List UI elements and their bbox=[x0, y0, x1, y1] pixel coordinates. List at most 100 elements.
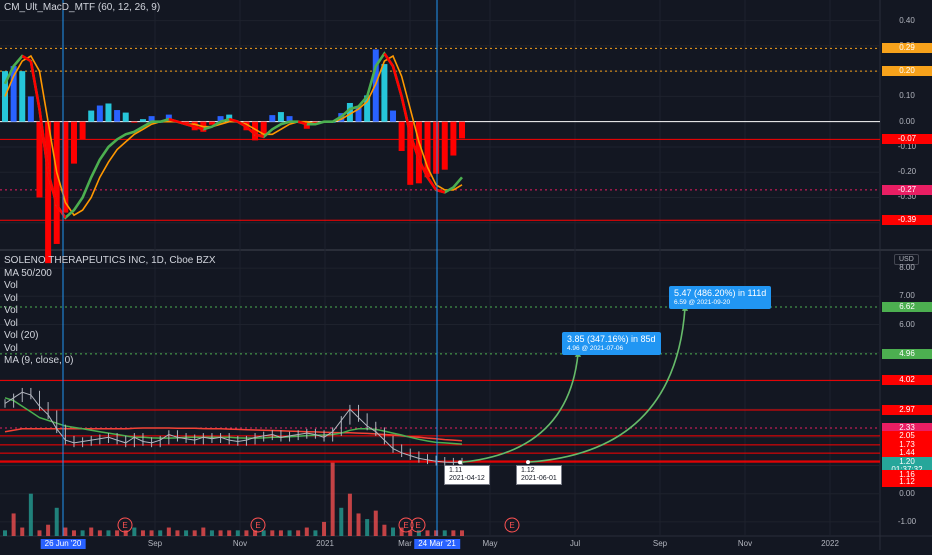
earnings-marker-label: E bbox=[122, 521, 127, 530]
projection-callout-2[interactable]: 5.47 (486.20%) in 111d 6.59 @ 2021-09-20 bbox=[669, 286, 772, 309]
volume-bar bbox=[347, 493, 352, 536]
volume-bar bbox=[80, 530, 85, 536]
date-label[interactable]: Sep bbox=[148, 539, 162, 548]
level-tag[interactable]: -0.27 bbox=[882, 184, 932, 195]
histogram-bar bbox=[88, 110, 95, 122]
histogram-bar bbox=[441, 121, 448, 170]
volume-bar bbox=[227, 530, 232, 536]
legend-item[interactable]: MA (9, close, 0) bbox=[4, 355, 216, 368]
volume-bar bbox=[218, 530, 223, 536]
level-tag[interactable]: -0.07 bbox=[882, 134, 932, 145]
histogram-bar bbox=[390, 110, 397, 122]
volume-bar bbox=[442, 530, 447, 536]
earnings-marker-label: E bbox=[255, 521, 260, 530]
indicator-title[interactable]: CM_Ult_MacD_MTF (60, 12, 26, 9) bbox=[4, 2, 160, 15]
axis-tick-label[interactable]: -0.20 bbox=[882, 167, 932, 177]
histogram-bar bbox=[70, 121, 77, 164]
volume-bar bbox=[192, 530, 197, 536]
volume-bar bbox=[71, 530, 76, 536]
volume-bar bbox=[63, 527, 68, 536]
axis-tick-label[interactable]: 7.00 bbox=[882, 291, 932, 301]
axis-tick-label[interactable]: 0.10 bbox=[882, 91, 932, 101]
histogram-bar bbox=[269, 115, 276, 122]
volume-bar bbox=[244, 530, 249, 536]
legend-item[interactable]: Vol bbox=[4, 343, 216, 356]
axis-tick-label[interactable]: 0.00 bbox=[882, 489, 932, 499]
legend-item[interactable]: Vol (20) bbox=[4, 330, 216, 343]
date-label[interactable]: Sep bbox=[653, 539, 667, 548]
legend-item[interactable]: Vol bbox=[4, 280, 216, 293]
volume-bar bbox=[296, 530, 301, 536]
price-tag[interactable]: 6.62 bbox=[882, 302, 932, 313]
callout-subtitle: 4.96 @ 2021-07-06 bbox=[567, 345, 624, 352]
level-tag[interactable]: -0.39 bbox=[882, 215, 932, 226]
earnings-marker-label: E bbox=[509, 521, 514, 530]
indicator-legend: CM_Ult_MacD_MTF (60, 12, 26, 9) bbox=[4, 2, 160, 15]
chart-stage[interactable]: EEEEE CM_Ult_MacD_MTF (60, 12, 26, 9) SO… bbox=[0, 0, 932, 550]
date-label[interactable]: Mar bbox=[398, 539, 412, 548]
volume-bar bbox=[434, 530, 439, 536]
volume-bar bbox=[184, 530, 189, 536]
legend-item[interactable]: Vol bbox=[4, 305, 216, 318]
volume-bar bbox=[270, 530, 275, 536]
low-label-1[interactable]: 1.11 2021-04-12 bbox=[444, 465, 490, 485]
histogram-bar bbox=[122, 112, 129, 122]
date-label[interactable]: May bbox=[482, 539, 497, 548]
histogram-bar bbox=[398, 121, 405, 151]
volume-bar bbox=[11, 513, 16, 536]
date-label[interactable]: Nov bbox=[738, 539, 752, 548]
date-label[interactable]: Nov bbox=[233, 539, 247, 548]
histogram-bar bbox=[27, 96, 34, 122]
volume-bar bbox=[140, 530, 145, 536]
low-label-2[interactable]: 1.12 2021-06-01 bbox=[516, 465, 562, 485]
symbol-title[interactable]: SOLENO THERAPEUTICS INC, 1D, Cboe BZX bbox=[4, 255, 216, 268]
volume-bar bbox=[391, 527, 396, 536]
price-tag[interactable]: 4.02 bbox=[882, 375, 932, 386]
axis-tick-label[interactable]: 0.40 bbox=[882, 16, 932, 26]
low-price: 1.12 bbox=[521, 467, 535, 474]
date-label[interactable]: 2021 bbox=[316, 539, 334, 548]
volume-bar bbox=[451, 530, 456, 536]
projection-callout-1[interactable]: 3.85 (347.16%) in 85d 4.96 @ 2021-07-06 bbox=[562, 332, 661, 355]
histogram-bar bbox=[131, 121, 138, 123]
histogram-bar bbox=[381, 64, 388, 122]
volume-bar bbox=[278, 530, 283, 536]
price-tag[interactable]: 4.96 bbox=[882, 348, 932, 359]
volume-bar bbox=[132, 527, 137, 536]
level-tag[interactable]: 0.29 bbox=[882, 43, 932, 54]
histogram-bar bbox=[450, 121, 457, 156]
highlighted-date-label[interactable]: 24 Mar '21 bbox=[414, 539, 460, 549]
level-tag[interactable]: 0.20 bbox=[882, 66, 932, 77]
histogram-bar bbox=[459, 121, 465, 139]
volume-bar bbox=[28, 493, 33, 536]
legend-item[interactable]: Vol bbox=[4, 293, 216, 306]
volume-bar bbox=[37, 530, 42, 536]
highlighted-date-label[interactable]: 26 Jun '20 bbox=[40, 539, 86, 549]
volume-bar bbox=[313, 530, 318, 536]
histogram-bar bbox=[45, 121, 52, 264]
volume-bar bbox=[158, 530, 163, 536]
volume-bar bbox=[339, 507, 344, 536]
histogram-bar bbox=[79, 121, 86, 140]
date-label[interactable]: Jul bbox=[570, 539, 580, 548]
projection-anchor bbox=[458, 460, 462, 465]
volume-bar bbox=[235, 530, 240, 536]
volume-bar bbox=[166, 527, 171, 536]
axis-tick-label[interactable]: 6.00 bbox=[882, 320, 932, 330]
date-label[interactable]: 2022 bbox=[821, 539, 839, 548]
legend-item[interactable]: Vol bbox=[4, 318, 216, 331]
legend-item[interactable]: MA 50/200 bbox=[4, 268, 216, 281]
volume-bar bbox=[106, 530, 111, 536]
axis-tick-label[interactable]: 0.00 bbox=[882, 117, 932, 127]
price-tag[interactable]: 1.12 bbox=[882, 477, 932, 488]
axis-tick-label[interactable]: 8.00 bbox=[882, 263, 932, 273]
volume-bar bbox=[175, 530, 180, 536]
histogram-bar bbox=[114, 110, 121, 122]
volume-bar bbox=[97, 530, 102, 536]
axis-tick-label[interactable]: -1.00 bbox=[882, 517, 932, 527]
callout-subtitle: 6.59 @ 2021-09-20 bbox=[674, 299, 731, 306]
low-price: 1.11 bbox=[449, 467, 463, 474]
price-tag[interactable]: 2.97 bbox=[882, 404, 932, 415]
volume-bar bbox=[54, 507, 59, 536]
histogram-bar bbox=[105, 103, 112, 122]
